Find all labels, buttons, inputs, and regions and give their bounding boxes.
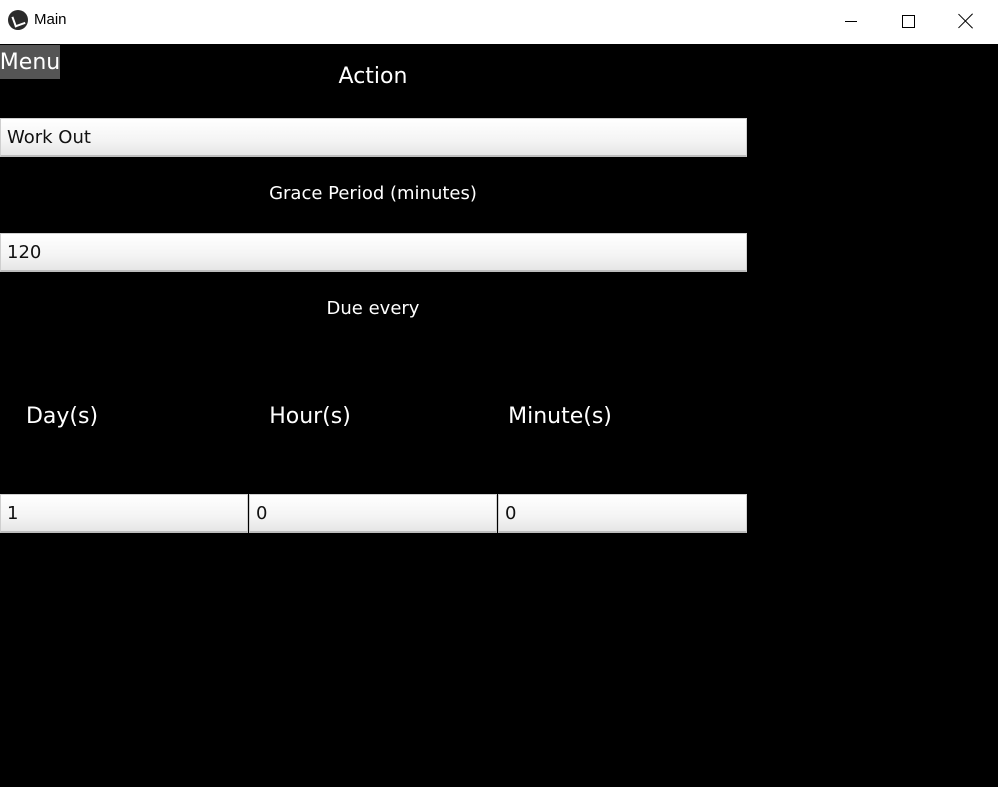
grace-period-input[interactable]: 120 <box>0 233 747 272</box>
action-label: Action <box>338 64 408 89</box>
hours-input[interactable]: 0 <box>249 494 497 533</box>
minutes-input[interactable]: 0 <box>498 494 747 533</box>
minimize-icon <box>845 20 857 22</box>
due-every-label: Due every <box>326 298 420 319</box>
minutes-label: Minute(s) <box>508 404 612 429</box>
grace-period-label: Grace Period (minutes) <box>269 183 477 204</box>
days-label: Day(s) <box>25 404 99 429</box>
close-icon <box>958 13 974 29</box>
close-button[interactable] <box>937 0 995 42</box>
days-input[interactable]: 1 <box>0 494 248 533</box>
window-titlebar[interactable]: Main <box>0 0 998 44</box>
app-icon <box>8 10 28 30</box>
hours-label: Hour(s) <box>269 404 351 429</box>
maximize-icon <box>901 14 915 28</box>
action-input[interactable]: Work Out <box>0 118 747 157</box>
maximize-button[interactable] <box>879 0 937 42</box>
minimize-button[interactable] <box>822 0 880 42</box>
window-title: Main <box>34 11 67 28</box>
